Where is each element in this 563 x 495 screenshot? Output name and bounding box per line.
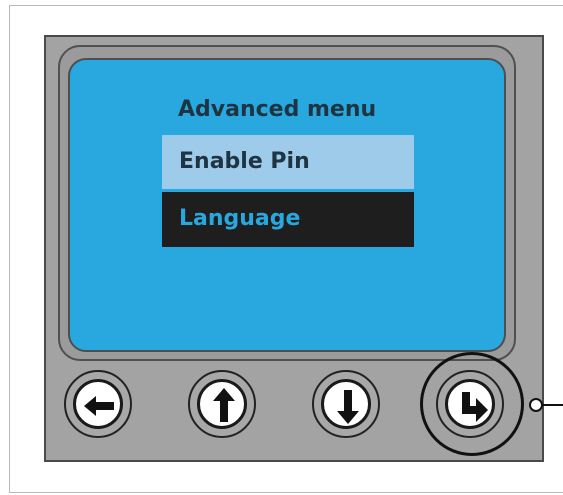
arrow-left-icon [84, 396, 114, 416]
arrow-down-icon [337, 390, 359, 424]
menu-item-language[interactable]: Language [162, 192, 414, 247]
menu-item-enable-pin[interactable]: Enable Pin [162, 135, 414, 189]
menu-title: Advanced menu [178, 97, 377, 122]
callout-dot [529, 398, 543, 412]
up-button[interactable] [188, 370, 256, 438]
arrow-up-icon [213, 388, 235, 422]
back-button[interactable] [64, 370, 132, 438]
callout-ring [420, 352, 524, 456]
down-button[interactable] [312, 370, 380, 438]
callout-line [542, 404, 563, 406]
